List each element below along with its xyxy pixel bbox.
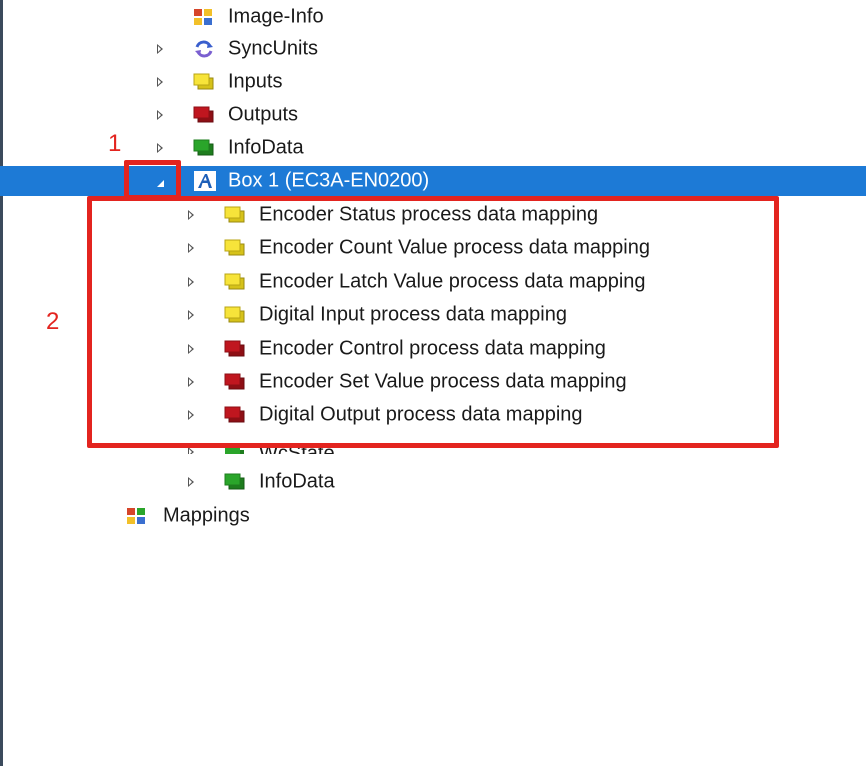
- red-io-icon: [193, 106, 215, 124]
- image-info-icon: [193, 8, 215, 26]
- tree-item-label: InfoData: [259, 470, 335, 493]
- annotation-number-1: 1: [108, 130, 122, 157]
- yellow-io-icon: [193, 73, 215, 91]
- tree-item-label: Inputs: [228, 70, 283, 93]
- expand-arrow-icon[interactable]: [157, 77, 163, 87]
- tree-item-label: Outputs: [228, 103, 299, 126]
- tree-item-inputs[interactable]: Inputs: [0, 67, 866, 97]
- expand-arrow-icon[interactable]: [157, 143, 163, 153]
- tree-item-label: Mappings: [163, 504, 250, 527]
- annotation-box-1: [124, 160, 181, 200]
- tree-item-label: SyncUnits: [228, 37, 319, 60]
- tree-item-label: InfoData: [228, 136, 304, 159]
- tree-item-label: Image-Info: [228, 5, 324, 28]
- expand-arrow-icon[interactable]: [157, 44, 163, 54]
- green-io-icon: [224, 473, 246, 491]
- expand-arrow-icon[interactable]: [157, 110, 163, 120]
- annotation-box-2: [87, 196, 779, 448]
- tree-item-infodata[interactable]: InfoData: [0, 133, 866, 163]
- expand-arrow-icon[interactable]: [188, 477, 194, 487]
- device-a-icon: [194, 171, 216, 191]
- tree-item-mappings[interactable]: Mappings: [0, 501, 866, 531]
- tree-item-outputs[interactable]: Outputs: [0, 100, 866, 130]
- tree-item-image-info[interactable]: Image-Info: [0, 2, 866, 32]
- mappings-icon: [126, 507, 148, 525]
- tree-item-syncunits[interactable]: SyncUnits: [0, 34, 866, 64]
- sync-icon: [193, 40, 215, 58]
- annotation-number-2: 2: [46, 308, 60, 335]
- tree-item-label: Box 1 (EC3A-EN0200): [228, 169, 430, 192]
- expand-arrow-icon[interactable]: [188, 447, 194, 454]
- green-io-icon: [193, 139, 215, 157]
- tree-item-box-infodata[interactable]: InfoData: [0, 467, 866, 497]
